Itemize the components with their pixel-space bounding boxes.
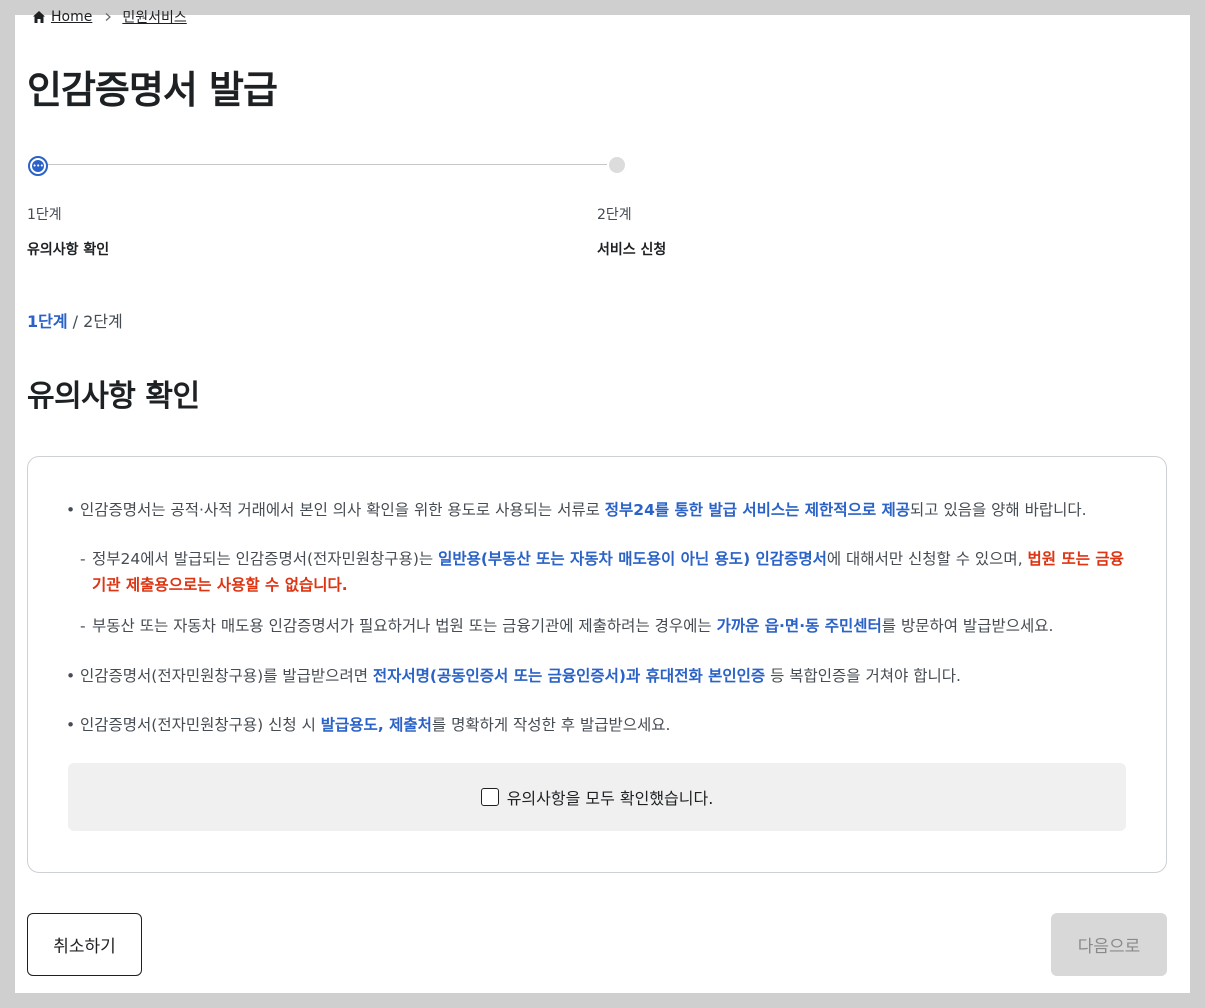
step-2-name: 서비스 신청 xyxy=(597,242,667,258)
notice-text: 인감증명서는 공적·사적 거래에서 본인 의사 확인을 위한 용도로 사용되는 … xyxy=(80,501,605,519)
page-title: 인감증명서 발급 xyxy=(27,68,278,112)
progress-stepper: ••• 1단계 유의사항 확인 2단계 서비스 신청 xyxy=(27,155,1187,265)
notice-text: 인감증명서(전자민원창구용) 신청 시 xyxy=(80,716,321,734)
notice-text: 를 명확하게 작성한 후 발급받으세요. xyxy=(431,716,671,734)
agreement-box: 유의사항을 모두 확인했습니다. xyxy=(68,763,1126,831)
notice-text: 에 대해서만 신청할 수 있으며, xyxy=(826,550,1028,568)
notice-text: 부동산 또는 자동차 매도용 인감증명서가 필요하거나 법원 또는 금융기관에 … xyxy=(92,617,717,635)
notice-subitem: - 정부24에서 발급되는 인감증명서(전자민원창구용)는 일반용(부동산 또는… xyxy=(80,546,1130,598)
notice-item: • 인감증명서(전자민원창구용) 신청 시 발급용도, 제출처를 명확하게 작성… xyxy=(66,712,1136,738)
notice-item: • 인감증명서는 공적·사적 거래에서 본인 의사 확인을 위한 용도로 사용되… xyxy=(66,497,1136,523)
notice-highlight: 일반용(부동산 또는 자동차 매도용이 아닌 용도) 인감증명서 xyxy=(438,550,827,568)
bullet-icon: • xyxy=(66,716,76,734)
notice-subitem: - 부동산 또는 자동차 매도용 인감증명서가 필요하거나 법원 또는 금융기관… xyxy=(80,613,1130,639)
chevron-right-icon xyxy=(105,13,112,21)
notice-text: 등 복합인증을 거쳐야 합니다. xyxy=(765,667,961,685)
step-1-number: 1단계 xyxy=(27,207,62,223)
notice-item: • 인감증명서(전자민원창구용)를 발급받으려면 전자서명(공동인증서 또는 금… xyxy=(66,663,1136,689)
section-title: 유의사항 확인 xyxy=(27,379,200,414)
next-button[interactable]: 다음으로 xyxy=(1051,913,1167,976)
step-2-number: 2단계 xyxy=(597,207,632,223)
breadcrumb-home-link[interactable]: Home xyxy=(51,9,92,25)
bullet-icon: • xyxy=(66,501,76,519)
notice-text: 되고 있음을 양해 바랍니다. xyxy=(910,501,1087,519)
step-1-indicator-icon: ••• xyxy=(28,156,48,176)
step-separator: / xyxy=(72,312,79,331)
stepper-track xyxy=(39,164,607,165)
cancel-button[interactable]: 취소하기 xyxy=(27,913,142,976)
agree-checkbox-label[interactable]: 유의사항을 모두 확인했습니다. xyxy=(480,785,714,809)
notice-highlight: 전자서명(공동인증서 또는 금융인증서)과 휴대전화 본인인증 xyxy=(372,667,766,685)
breadcrumb-current-link[interactable]: 민원서비스 xyxy=(122,7,186,27)
notice-highlight: 가까운 읍·면·동 주민센터 xyxy=(716,617,882,635)
breadcrumb: Home 민원서비스 xyxy=(32,7,187,27)
agree-checkbox[interactable] xyxy=(480,788,499,806)
dash-icon: - xyxy=(80,550,86,568)
page-frame: Home 민원서비스 인감증명서 발급 ••• 1단계 유의사항 확인 2단계 … xyxy=(15,9,1190,993)
notice-text: 인감증명서(전자민원창구용)를 발급받으려면 xyxy=(80,667,373,685)
step-2-indicator-icon xyxy=(609,157,625,173)
notice-text: 정부24에서 발급되는 인감증명서(전자민원창구용)는 xyxy=(92,550,439,568)
notice-highlight: 발급용도, 제출처 xyxy=(320,716,432,734)
home-icon xyxy=(33,11,45,23)
bullet-icon: • xyxy=(66,667,76,685)
total-step-label: 2단계 xyxy=(83,312,123,331)
step-counter: 1단계 / 2단계 xyxy=(27,308,123,332)
notice-text: 를 방문하여 발급받으세요. xyxy=(881,617,1054,635)
current-step-label: 1단계 xyxy=(27,312,68,331)
step-1-name: 유의사항 확인 xyxy=(27,242,110,258)
notice-panel: • 인감증명서는 공적·사적 거래에서 본인 의사 확인을 위한 용도로 사용되… xyxy=(27,456,1167,873)
dash-icon: - xyxy=(80,617,86,635)
agree-label-text: 유의사항을 모두 확인했습니다. xyxy=(506,789,714,808)
notice-highlight: 정부24를 통한 발급 서비스는 제한적으로 제공 xyxy=(604,501,911,519)
